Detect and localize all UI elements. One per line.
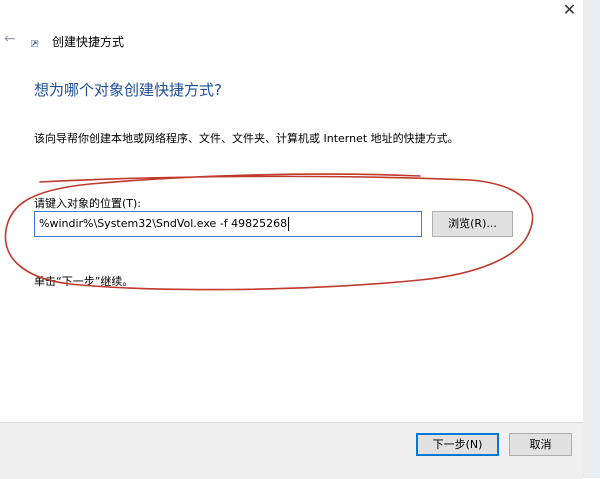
location-input-value[interactable]: %windir%\System32\SndVol.exe -f 49825268 [39,217,287,230]
close-button[interactable]: ✕ [556,0,583,20]
back-button[interactable]: ← [4,31,20,47]
continue-hint: 单击“下一步”继续。 [34,275,134,288]
next-button[interactable]: 下一步(N) [416,433,499,456]
arrow-left-icon[interactable]: ← [4,31,16,47]
text-caret [288,217,290,231]
wizard-description: 该向导帮你创建本地或网络程序、文件、文件夹、计算机或 Internet 地址的快… [34,132,459,145]
location-input[interactable]: %windir%\System32\SndVol.exe -f 49825268 [34,211,422,237]
wizard-title: 创建快捷方式 [52,35,125,49]
shortcut-wizard-icon [31,40,38,47]
close-icon[interactable]: ✕ [563,0,576,19]
page-heading: 想为哪个对象创建快捷方式? [34,81,222,99]
create-shortcut-window: ✕ ← 创建快捷方式 想为哪个对象创建快捷方式? 该向导帮你创建本地或网络程序、… [0,0,583,478]
location-field-label: 请键入对象的位置(T): [34,197,142,210]
cancel-button[interactable]: 取消 [509,433,572,456]
background-strip [583,0,600,478]
browse-button[interactable]: 浏览(R)... [432,211,513,237]
